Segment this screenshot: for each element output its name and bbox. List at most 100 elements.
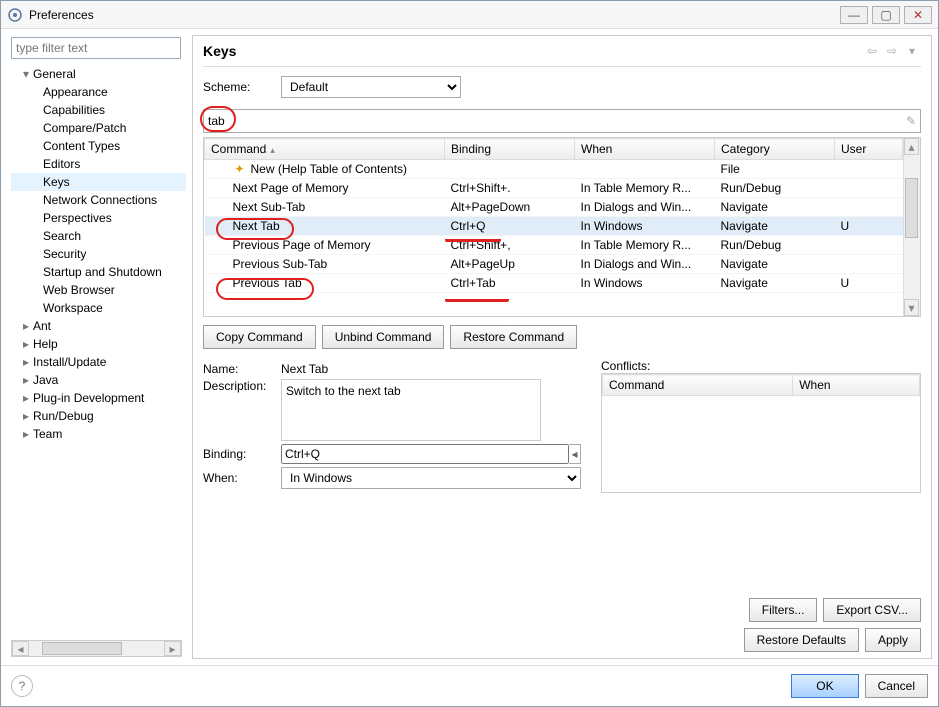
expander-icon[interactable]: ▸ [23,319,33,333]
table-v-scrollbar[interactable]: ▴ ▾ [903,138,920,316]
export-csv-button[interactable]: Export CSV... [823,598,921,622]
tree-item[interactable]: ▾General [11,65,186,83]
filter-tree-input[interactable] [11,37,181,59]
restore-command-button[interactable]: Restore Command [450,325,577,349]
col-user[interactable]: User [835,139,903,160]
cell-when: In Windows [575,217,715,236]
app-icon [7,7,23,23]
cancel-button[interactable]: Cancel [865,674,928,698]
unbind-command-button[interactable]: Unbind Command [322,325,445,349]
menu-dropdown-icon[interactable]: ▾ [903,42,921,60]
tree-item[interactable]: ▸Help [11,335,186,353]
tree-item[interactable]: ▸Team [11,425,186,443]
table-row[interactable]: Previous TabCtrl+TabIn WindowsNavigateU [205,274,903,293]
expander-icon[interactable]: ▸ [23,337,33,351]
table-row[interactable]: Previous Sub-TabAlt+PageUpIn Dialogs and… [205,255,903,274]
command-filter-input[interactable] [204,111,902,131]
expander-icon[interactable]: ▸ [23,391,33,405]
when-select[interactable]: In Windows [281,467,581,489]
tree-item-label: Web Browser [43,283,115,297]
tree-item[interactable]: ▸Install/Update [11,353,186,371]
cell-command: Next Tab [233,219,280,233]
binding-label: Binding: [203,447,275,461]
table-row[interactable]: ✦New (Help Table of Contents)File [205,160,903,179]
tree-item[interactable]: Capabilities [11,101,186,119]
tree-item[interactable]: Keys [11,173,186,191]
back-icon[interactable]: ⇦ [863,42,881,60]
description-value: Switch to the next tab [281,379,541,441]
tree-item-label: Run/Debug [33,409,94,423]
col-when[interactable]: When [575,139,715,160]
scrollbar-thumb[interactable] [905,178,918,238]
expander-icon[interactable]: ▸ [23,409,33,423]
tree-item[interactable]: Search [11,227,186,245]
cell-user [835,236,903,255]
conflicts-col-when[interactable]: When [793,375,920,396]
tree-item[interactable]: Content Types [11,137,186,155]
tree-item-label: Startup and Shutdown [43,265,162,279]
name-label: Name: [203,362,275,376]
apply-button[interactable]: Apply [865,628,921,652]
table-row[interactable]: Next Page of MemoryCtrl+Shift+.In Table … [205,179,903,198]
conflicts-table: Command When [601,373,921,493]
table-row[interactable]: Next TabCtrl+QIn WindowsNavigateU [205,217,903,236]
tree-item[interactable]: ▸Run/Debug [11,407,186,425]
tree-item-label: Content Types [43,139,120,153]
scroll-left-icon[interactable]: ◂ [12,641,29,656]
conflicts-col-command[interactable]: Command [603,375,793,396]
cell-category: Run/Debug [715,236,835,255]
filters-button[interactable]: Filters... [749,598,818,622]
expander-icon[interactable]: ▸ [23,355,33,369]
tree-item[interactable]: Compare/Patch [11,119,186,137]
forward-icon[interactable]: ⇨ [883,42,901,60]
ok-button[interactable]: OK [791,674,858,698]
tree-item[interactable]: Security [11,245,186,263]
expander-icon[interactable]: ▾ [23,67,33,81]
scrollbar-thumb[interactable] [42,642,122,655]
tree-item[interactable]: Workspace [11,299,186,317]
cell-user [835,198,903,217]
tree-item[interactable]: Web Browser [11,281,186,299]
sidebar: ▾GeneralAppearanceCapabilitiesCompare/Pa… [7,35,186,659]
expander-icon[interactable]: ▸ [23,427,33,441]
scroll-right-icon[interactable]: ▸ [164,641,181,656]
tree-item[interactable]: ▸Ant [11,317,186,335]
tree-item[interactable]: Appearance [11,83,186,101]
table-row[interactable]: Next Sub-TabAlt+PageDownIn Dialogs and W… [205,198,903,217]
cell-category: File [715,160,835,179]
cell-when [575,160,715,179]
tree-item[interactable]: ▸Plug-in Development [11,389,186,407]
expander-icon[interactable]: ▸ [23,373,33,387]
tree-item[interactable]: Startup and Shutdown [11,263,186,281]
tree-item[interactable]: Perspectives [11,209,186,227]
copy-command-button[interactable]: Copy Command [203,325,316,349]
cell-command: Next Sub-Tab [233,200,306,214]
tree-item[interactable]: Editors [11,155,186,173]
help-icon[interactable]: ? [11,675,33,697]
maximize-button[interactable]: ▢ [872,6,900,24]
col-category[interactable]: Category [715,139,835,160]
preferences-tree[interactable]: ▾GeneralAppearanceCapabilitiesCompare/Pa… [7,65,186,638]
tree-item[interactable]: ▸Java [11,371,186,389]
scheme-select[interactable]: Default [281,76,461,98]
keys-table[interactable]: Command▴ Binding When Category User ✦New… [203,137,921,317]
restore-defaults-button[interactable]: Restore Defaults [744,628,859,652]
binding-dropdown-icon[interactable]: ◂ [569,444,581,464]
cell-binding: Ctrl+Shift+. [445,179,575,198]
table-row[interactable]: Previous Page of MemoryCtrl+Shift+,In Ta… [205,236,903,255]
cell-when: In Dialogs and Win... [575,255,715,274]
scroll-down-icon[interactable]: ▾ [904,299,919,316]
close-button[interactable]: ✕ [904,6,932,24]
sidebar-h-scrollbar[interactable]: ◂ ▸ [11,640,182,657]
tree-item[interactable]: Network Connections [11,191,186,209]
tree-item-label: General [33,67,76,81]
tree-item-label: Workspace [43,301,103,315]
cell-category: Navigate [715,217,835,236]
clear-filter-icon[interactable]: ✎ [902,114,920,128]
col-binding[interactable]: Binding [445,139,575,160]
cell-user: U [835,274,903,293]
minimize-button[interactable]: — [840,6,868,24]
binding-input[interactable] [281,444,569,464]
scroll-up-icon[interactable]: ▴ [904,138,919,155]
col-command[interactable]: Command▴ [205,139,445,160]
